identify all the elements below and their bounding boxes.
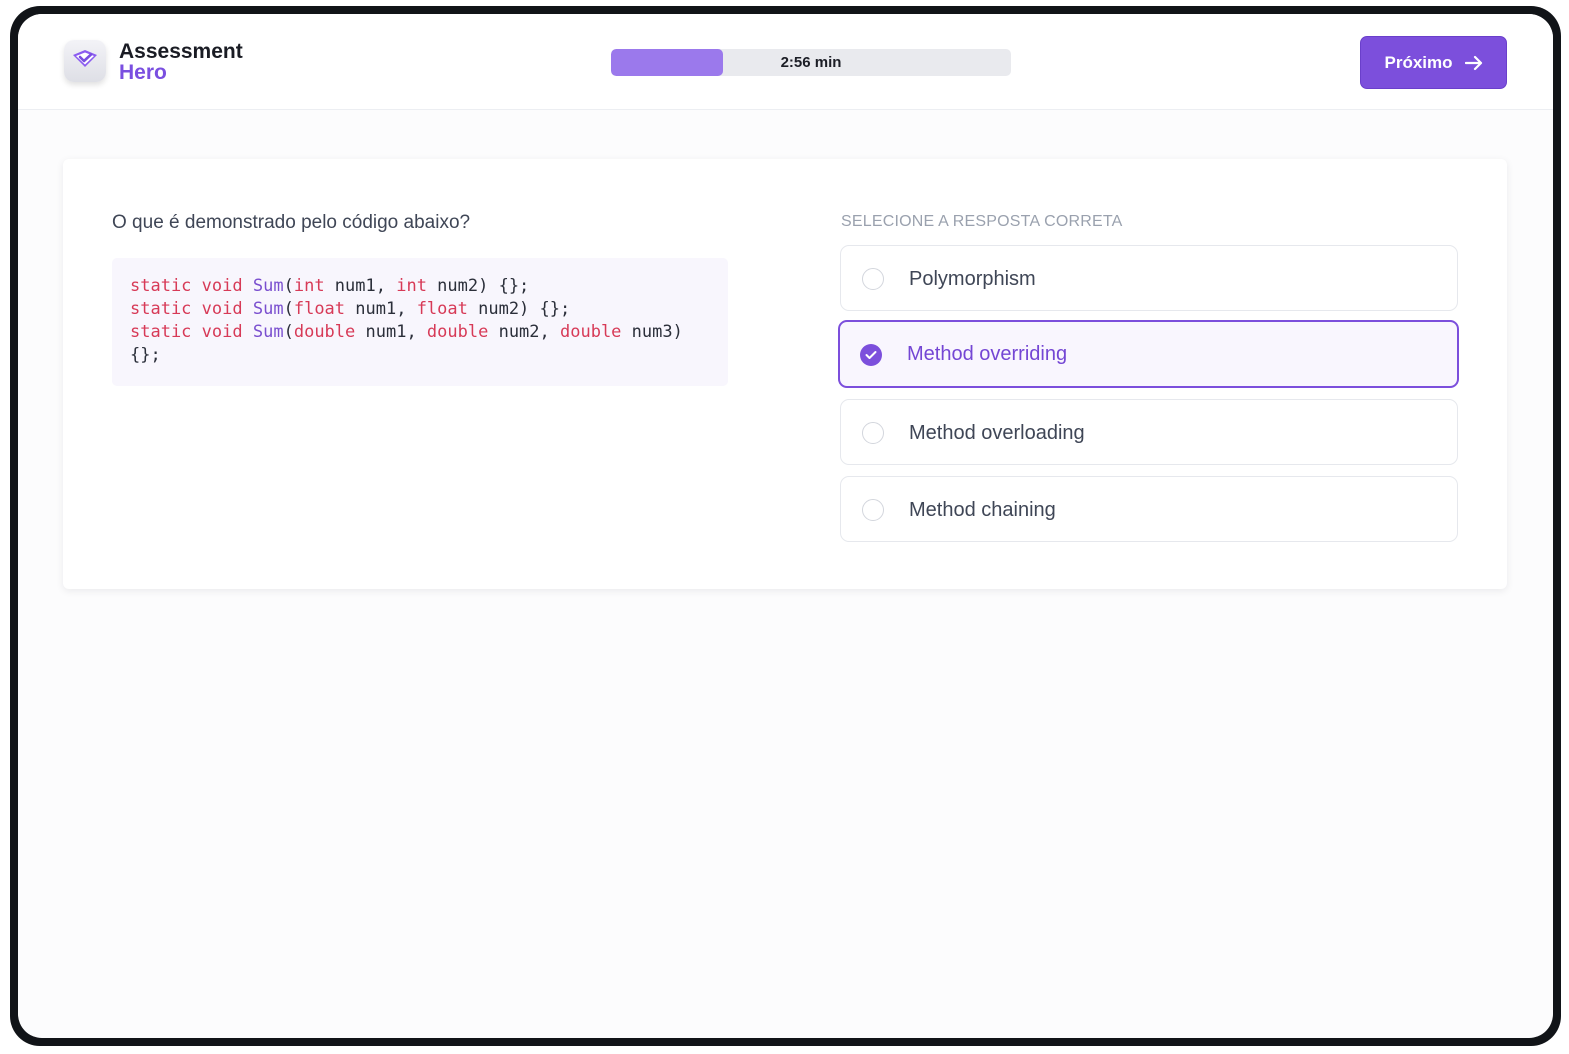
answer-option-method-overriding[interactable]: Method overriding xyxy=(838,320,1459,388)
radio-unchecked-icon[interactable] xyxy=(862,499,884,521)
device-frame: Assessment Hero 2:56 min Próximo O que é… xyxy=(10,6,1561,1046)
question-card: O que é demonstrado pelo código abaixo? … xyxy=(63,159,1507,589)
radio-checked-icon[interactable] xyxy=(860,344,882,366)
answer-option-polymorphism[interactable]: Polymorphism xyxy=(840,245,1458,311)
answer-option-method-chaining[interactable]: Method chaining xyxy=(840,476,1458,542)
top-bar: Assessment Hero 2:56 min Próximo xyxy=(18,14,1553,110)
code-snippet: static void Sum(int num1, int num2) {}; s… xyxy=(112,258,728,386)
radio-unchecked-icon[interactable] xyxy=(862,268,884,290)
code-line: static void Sum(double num1, double num2… xyxy=(130,322,683,342)
brand-name: Assessment xyxy=(119,40,243,63)
brand-name-accent: Hero xyxy=(119,61,167,84)
next-button-label: Próximo xyxy=(1384,52,1453,72)
question-prompt: O que é demonstrado pelo código abaixo? xyxy=(112,212,471,233)
answer-option-label: Method overloading xyxy=(909,422,1085,444)
answer-option-label: Method overriding xyxy=(907,343,1068,365)
timer-progress-bar: 2:56 min xyxy=(611,49,1011,76)
answer-instruction: SELECIONE A RESPOSTA CORRETA xyxy=(841,213,1123,230)
radio-unchecked-icon[interactable] xyxy=(862,422,884,444)
arrow-right-icon xyxy=(1464,55,1482,70)
code-line: {}; xyxy=(130,345,161,365)
answer-option-label: Method chaining xyxy=(909,499,1056,521)
timer-label: 2:56 min xyxy=(780,54,842,71)
answer-option-method-overloading[interactable]: Method overloading xyxy=(840,399,1458,465)
code-line: static void Sum(int num1, int num2) {}; xyxy=(130,276,530,296)
heart-check-icon xyxy=(64,40,106,82)
code-line: static void Sum(float num1, float num2) … xyxy=(130,299,571,319)
app-screen: Assessment Hero 2:56 min Próximo O que é… xyxy=(18,14,1553,1038)
answer-option-label: Polymorphism xyxy=(909,268,1036,290)
next-button[interactable]: Próximo xyxy=(1360,36,1507,89)
